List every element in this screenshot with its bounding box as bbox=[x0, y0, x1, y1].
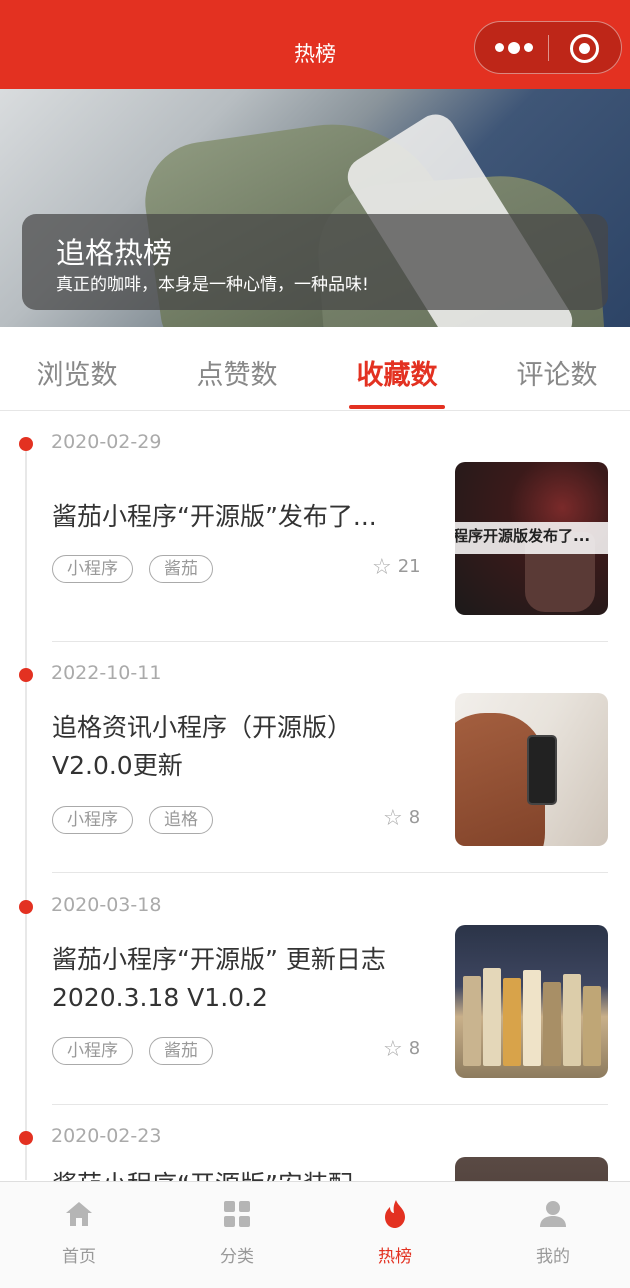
thumbnail-image bbox=[563, 974, 581, 1066]
favorite-count-value: 8 bbox=[408, 1038, 421, 1059]
list-item[interactable]: 2020-02-23 酱茄小程序“开源版”安装配 bbox=[0, 1116, 630, 1181]
thumbnail-image bbox=[503, 978, 521, 1066]
list-item[interactable]: 2020-02-29 酱茄小程序“开源版”发布了... 小程序 酱茄 ☆ 21 程… bbox=[0, 421, 630, 653]
tabbar-item-hot[interactable]: 热榜 bbox=[316, 1182, 474, 1288]
thumbnail-caption-text: 程序开源版发布了... bbox=[455, 527, 591, 545]
thumbnail-caption: 程序开源版发布了... bbox=[455, 522, 608, 554]
favorite-count: ☆ 8 bbox=[383, 806, 420, 831]
hero-banner: 追格热榜 真正的咖啡，本身是一种心情，一种品味! bbox=[0, 89, 630, 327]
user-icon bbox=[540, 1201, 566, 1227]
thumbnail-image bbox=[543, 982, 561, 1066]
star-icon: ☆ bbox=[383, 1037, 403, 1062]
tabbar-item-me[interactable]: 我的 bbox=[474, 1182, 630, 1288]
sort-tabs: 浏览数 点赞数 收藏数 评论数 bbox=[0, 327, 630, 411]
tab-views[interactable]: 浏览数 bbox=[7, 353, 147, 392]
banner-title: 追格热榜 bbox=[56, 236, 173, 270]
post-thumbnail[interactable] bbox=[455, 693, 608, 846]
post-thumbnail[interactable]: 程序开源版发布了... bbox=[455, 462, 608, 615]
capsule-divider bbox=[548, 35, 549, 61]
favorite-count: ☆ 21 bbox=[372, 555, 421, 580]
tabbar-item-category[interactable]: 分类 bbox=[158, 1182, 316, 1288]
grid-icon bbox=[224, 1201, 250, 1227]
banner-caption-card: 追格热榜 真正的咖啡，本身是一种心情，一种品味! bbox=[22, 214, 608, 310]
home-icon bbox=[66, 1202, 92, 1226]
post-title[interactable]: 酱茄小程序“开源版” 更新日志 2020.3.18 V1.0.2 bbox=[52, 941, 432, 1017]
star-icon: ☆ bbox=[383, 806, 403, 831]
post-tag[interactable]: 小程序 bbox=[52, 555, 133, 583]
banner-subtitle: 真正的咖啡，本身是一种心情，一种品味! bbox=[56, 275, 369, 295]
thumbnail-image bbox=[523, 970, 541, 1066]
list-item[interactable]: 2020-03-18 酱茄小程序“开源版” 更新日志 2020.3.18 V1.… bbox=[0, 884, 630, 1116]
post-date: 2020-02-23 bbox=[51, 1125, 162, 1147]
timeline-dot bbox=[19, 437, 33, 451]
active-tab-indicator bbox=[349, 405, 445, 409]
post-tag[interactable]: 酱茄 bbox=[149, 555, 213, 583]
post-tag[interactable]: 追格 bbox=[149, 806, 213, 834]
thumbnail-image bbox=[583, 986, 601, 1066]
tab-likes[interactable]: 点赞数 bbox=[167, 353, 307, 392]
post-tag[interactable]: 小程序 bbox=[52, 1037, 133, 1065]
post-tag[interactable]: 小程序 bbox=[52, 806, 133, 834]
star-icon: ☆ bbox=[372, 555, 392, 580]
post-date: 2022-10-11 bbox=[51, 662, 162, 684]
thumbnail-image bbox=[527, 735, 557, 805]
post-date: 2020-02-29 bbox=[51, 431, 162, 453]
timeline-dot bbox=[19, 668, 33, 682]
favorite-count: ☆ 8 bbox=[383, 1037, 420, 1062]
divider bbox=[52, 641, 608, 642]
timeline-dot bbox=[19, 1131, 33, 1145]
post-title[interactable]: 酱茄小程序“开源版”安装配 bbox=[52, 1166, 432, 1181]
mini-program-capsule bbox=[474, 21, 622, 74]
post-title[interactable]: 酱茄小程序“开源版”发布了... bbox=[52, 498, 432, 536]
timeline-dot bbox=[19, 900, 33, 914]
bottom-tab-bar: 首页 分类 热榜 我的 bbox=[0, 1181, 630, 1288]
divider bbox=[52, 872, 608, 873]
post-tag[interactable]: 酱茄 bbox=[149, 1037, 213, 1065]
post-thumbnail[interactable] bbox=[455, 925, 608, 1078]
tabbar-label: 首页 bbox=[62, 1247, 96, 1267]
post-thumbnail[interactable] bbox=[455, 1157, 608, 1181]
tab-favorites[interactable]: 收藏数 bbox=[327, 353, 467, 392]
post-date: 2020-03-18 bbox=[51, 894, 162, 916]
thumbnail-image bbox=[463, 976, 481, 1066]
flame-icon bbox=[385, 1200, 405, 1228]
list-item[interactable]: 2022-10-11 追格资讯小程序（开源版）V2.0.0更新 小程序 追格 ☆… bbox=[0, 652, 630, 884]
close-mini-program-icon[interactable] bbox=[570, 34, 599, 63]
favorite-count-value: 21 bbox=[397, 556, 421, 577]
tabbar-label: 我的 bbox=[536, 1247, 570, 1267]
thumbnail-image bbox=[483, 968, 501, 1066]
tabbar-label: 分类 bbox=[220, 1247, 254, 1267]
top-nav-bar: 热榜 bbox=[0, 0, 630, 89]
favorite-count-value: 8 bbox=[408, 807, 421, 828]
tabbar-item-home[interactable]: 首页 bbox=[0, 1182, 158, 1288]
divider bbox=[52, 1104, 608, 1105]
tab-comments[interactable]: 评论数 bbox=[487, 353, 627, 392]
post-title[interactable]: 追格资讯小程序（开源版）V2.0.0更新 bbox=[52, 709, 432, 785]
tabbar-label: 热榜 bbox=[378, 1247, 412, 1267]
more-menu-icon[interactable] bbox=[493, 40, 535, 56]
